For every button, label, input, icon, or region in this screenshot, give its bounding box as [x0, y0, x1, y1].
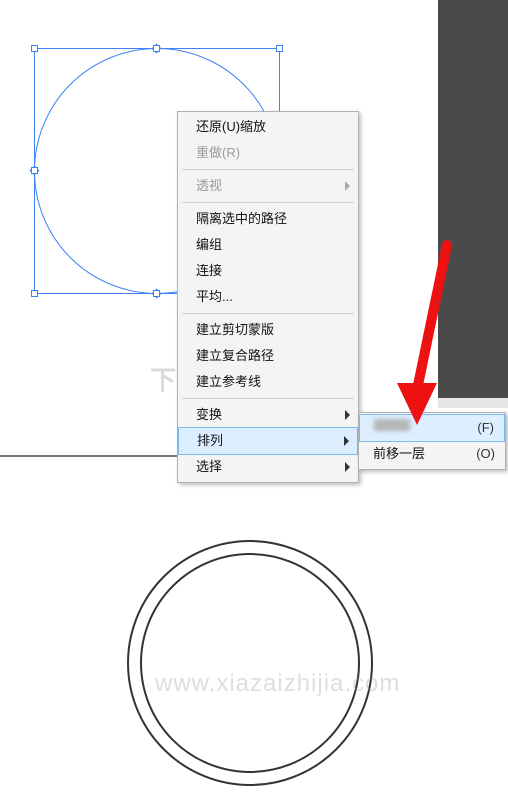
chevron-right-icon [345, 462, 350, 472]
blurred-label [374, 419, 410, 431]
submenu-item-bring-forward[interactable]: 前移一层 (O) [359, 441, 505, 467]
menu-item-redo: 重做(R) [178, 140, 358, 166]
menu-item-group[interactable]: 编组 [178, 232, 358, 258]
menu-item-guides[interactable]: 建立参考线 [178, 369, 358, 395]
menu-label: 建立复合路径 [196, 348, 274, 363]
menu-item-undo[interactable]: 还原(U)缩放 [178, 114, 358, 140]
submenu-item-bring-to-front[interactable]: (F) [359, 414, 505, 442]
submenu-arrange[interactable]: (F) 前移一层 (O) [358, 412, 506, 470]
menu-label: 还原(U)缩放 [196, 119, 266, 134]
resize-handle[interactable] [31, 290, 38, 297]
menu-item-select[interactable]: 选择 [178, 454, 358, 480]
menu-separator [182, 313, 354, 314]
menu-label: 隔离选中的路径 [196, 211, 287, 226]
app-right-panel [438, 0, 508, 408]
panel-footer-strip [438, 398, 508, 408]
resize-handle[interactable] [276, 45, 283, 52]
menu-label: 连接 [196, 263, 222, 278]
menu-label: 建立参考线 [196, 374, 261, 389]
menu-item-perspective: 透视 [178, 173, 358, 199]
accelerator-text: (O) [476, 445, 495, 463]
submenu-row: 前移一层 (O) [373, 445, 495, 463]
menu-label: 排列 [197, 433, 223, 448]
menu-label: 透视 [196, 178, 222, 193]
resize-handle[interactable] [153, 290, 160, 297]
chevron-right-icon [345, 181, 350, 191]
menu-separator [182, 202, 354, 203]
resize-handle[interactable] [31, 167, 38, 174]
menu-label: 建立剪切蒙版 [196, 322, 274, 337]
menu-label: 选择 [196, 459, 222, 474]
menu-label: 重做(R) [196, 145, 240, 160]
resize-handle[interactable] [153, 45, 160, 52]
menu-item-arrange[interactable]: 排列 [178, 427, 358, 455]
menu-label: 变换 [196, 407, 222, 422]
context-menu[interactable]: 还原(U)缩放 重做(R) 透视 隔离选中的路径 编组 连接 平均... 建立剪… [177, 111, 359, 483]
menu-label: 编组 [196, 237, 222, 252]
result-inner-ring [140, 553, 360, 773]
menu-item-transform[interactable]: 变换 [178, 402, 358, 428]
chevron-right-icon [344, 436, 349, 446]
menu-item-compound-path[interactable]: 建立复合路径 [178, 343, 358, 369]
chevron-right-icon [345, 410, 350, 420]
menu-item-clipping-mask[interactable]: 建立剪切蒙版 [178, 317, 358, 343]
accelerator-text: (F) [477, 419, 494, 437]
menu-item-join[interactable]: 连接 [178, 258, 358, 284]
menu-item-isolate[interactable]: 隔离选中的路径 [178, 206, 358, 232]
resize-handle[interactable] [31, 45, 38, 52]
submenu-label: 前移一层 [373, 445, 425, 463]
menu-label: 平均... [196, 289, 233, 304]
submenu-row: (F) [374, 419, 494, 437]
menu-item-average[interactable]: 平均... [178, 284, 358, 310]
menu-separator [182, 398, 354, 399]
menu-separator [182, 169, 354, 170]
